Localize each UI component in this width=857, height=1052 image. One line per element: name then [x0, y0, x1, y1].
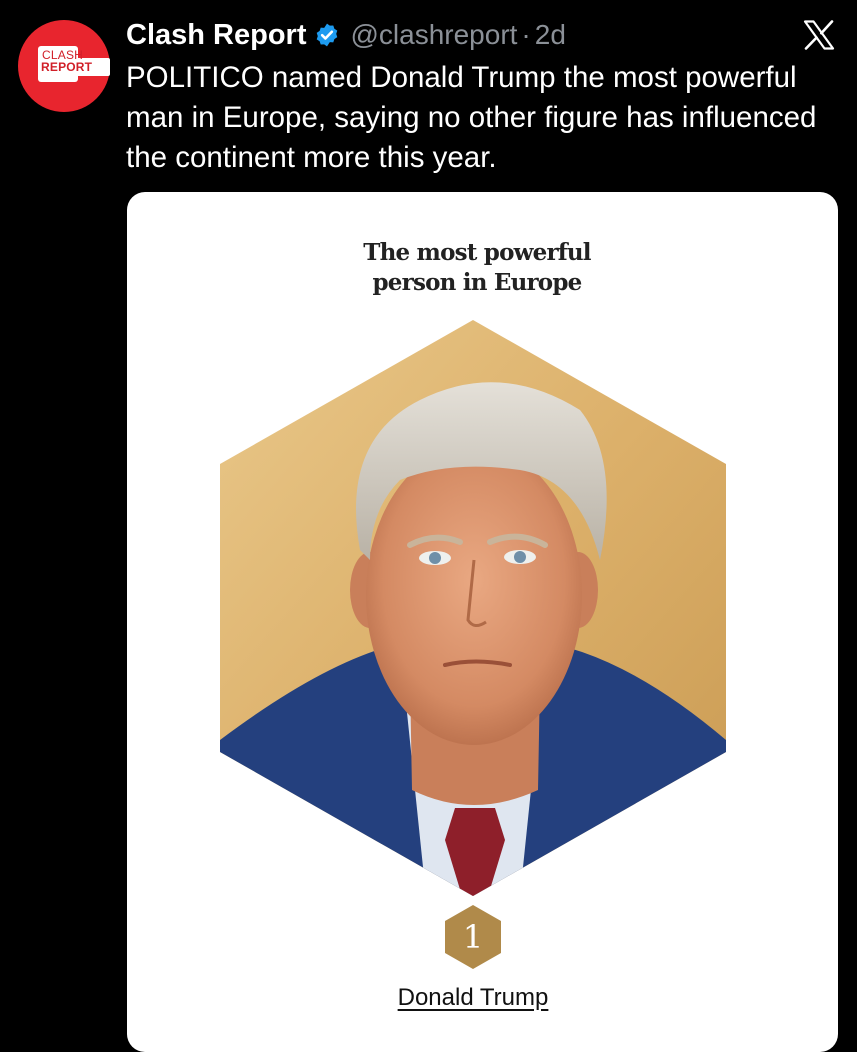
- avatar-logo-line2: REPORT: [41, 60, 93, 74]
- verified-badge-icon: [317, 23, 338, 47]
- author-handle[interactable]: @clashreport: [350, 19, 517, 51]
- x-logo-icon[interactable]: [803, 20, 835, 50]
- tweet-timestamp[interactable]: 2d: [535, 19, 566, 51]
- person-name-link[interactable]: Donald Trump: [127, 984, 819, 1012]
- author-name[interactable]: Clash Report: [126, 19, 306, 52]
- rank-number: 1: [462, 918, 484, 956]
- rank-badge: 1: [445, 905, 501, 969]
- card-title-line2: person in Europe: [372, 269, 583, 296]
- media-card[interactable]: The most powerful person in Europe 1 Don…: [127, 192, 838, 1052]
- card-title-line1: The most powerful: [363, 239, 591, 266]
- tweet-header: Clash Report @clashreport · 2d: [126, 16, 566, 54]
- separator-dot: ·: [521, 19, 531, 50]
- tweet-text: POLITICO named Donald Trump the most pow…: [126, 61, 817, 174]
- clash-report-logo: CLASH REPORT: [38, 46, 110, 86]
- author-avatar[interactable]: CLASH REPORT: [18, 20, 110, 112]
- portrait-image: [220, 320, 726, 896]
- card-title: The most powerful person in Europe: [127, 238, 827, 298]
